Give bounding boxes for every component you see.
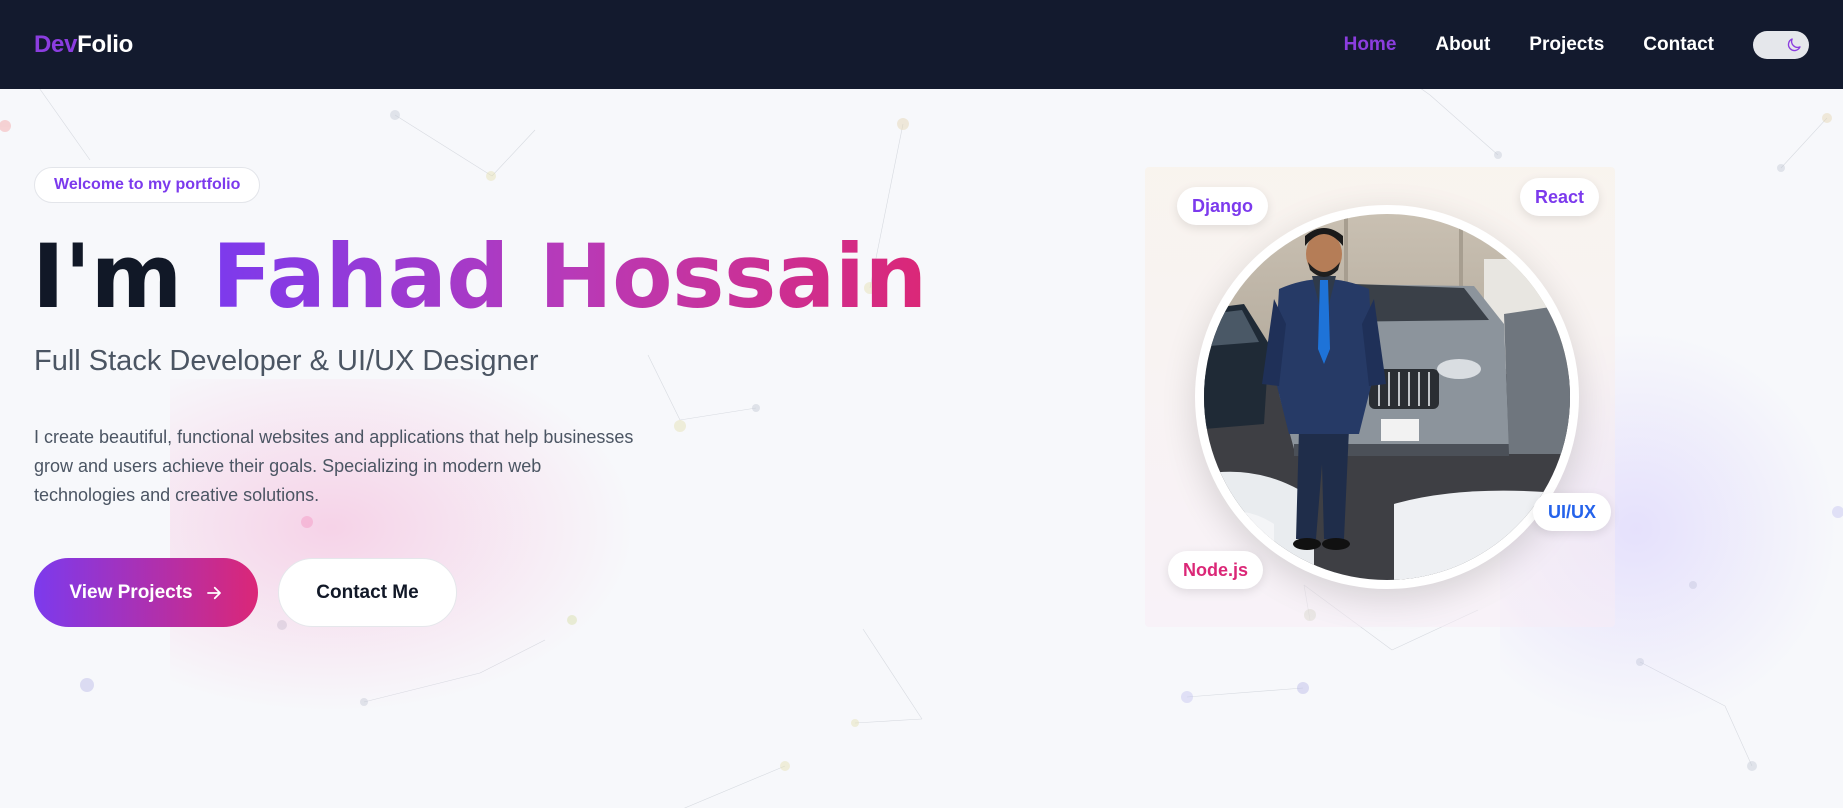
hero-title-prefix: I'm [32,225,182,328]
skill-tag-nodejs: Node.js [1168,551,1264,589]
hero-title-name: Fahad Hossain [212,225,927,328]
welcome-badge: Welcome to my portfolio [34,167,261,203]
hero-title: I'm Fahad Hossain [32,228,927,326]
view-projects-label: View Projects [69,581,193,603]
hero-description: I create beautiful, functional websites … [34,427,634,505]
skill-tag-django: Django [1177,187,1268,225]
contact-me-button[interactable]: Contact Me [278,558,457,627]
moon-icon [1787,37,1801,51]
nav-link-projects[interactable]: Projects [1529,34,1604,56]
profile-photo [1204,214,1570,580]
hero-section: Welcome to my portfolio I'm Fahad Hossai… [0,89,1843,808]
hero-subtitle: Full Stack Developer & UI/UX Designer [34,345,539,377]
logo-dev-text: Dev [34,30,78,58]
top-navbar: DevFolio Home About Projects Contact [0,0,1843,89]
skill-tag-react: React [1520,178,1600,216]
nav-link-about[interactable]: About [1435,34,1490,56]
site-logo[interactable]: DevFolio [34,31,133,59]
nav-links: Home About Projects Contact [1305,30,1809,59]
logo-folio-text: Folio [77,30,133,58]
nav-link-contact[interactable]: Contact [1643,34,1714,56]
arrow-right-icon [206,586,221,599]
view-projects-button[interactable]: View Projects [34,558,258,627]
nav-link-home[interactable]: Home [1344,34,1397,56]
profile-photo-image [1204,214,1570,580]
theme-toggle[interactable] [1753,30,1809,59]
skill-tag-uiux: UI/UX [1533,493,1612,531]
